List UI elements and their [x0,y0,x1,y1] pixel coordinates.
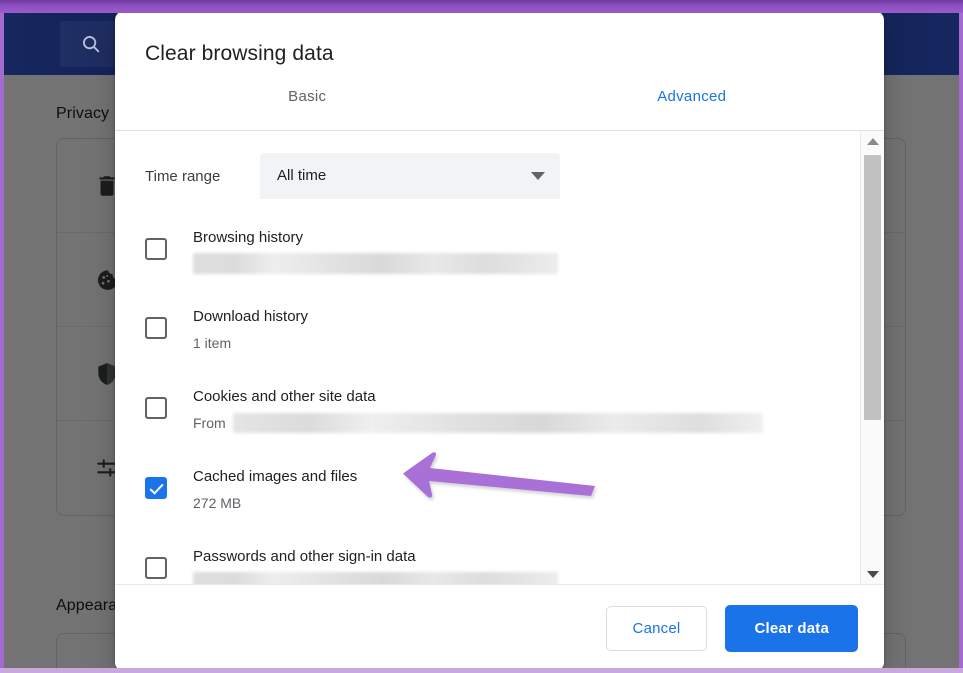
list-item-label: Browsing history [193,229,304,246]
list-item-label: Cached images and files [193,468,358,485]
list-item-texts: Passwords and other sign-in data [193,538,860,584]
tab-basic[interactable]: Basic [115,88,500,130]
list-item-sublabel: 272 MB [193,495,242,511]
list-item-sublabel: From [193,412,860,434]
list-item-texts: Cookies and other site data From [193,378,860,434]
dialog-scrollbar[interactable] [860,131,884,584]
screenshot-root: Privacy [0,0,963,673]
cancel-button[interactable]: Cancel [605,605,708,651]
list-item-label: Download history [193,308,309,325]
tab-advanced[interactable]: Advanced [500,88,885,130]
dialog-body: Time range All time Browsing history Dow… [115,131,884,585]
list-item-label: Cookies and other site data [193,388,376,405]
list-item[interactable]: Browsing history [115,219,860,274]
time-range-value: All time [277,167,327,184]
chevron-down-icon [531,171,545,180]
scroll-up-arrow-icon[interactable] [861,131,884,151]
dialog-footer: Cancel Clear data [115,585,884,671]
time-range-label: Time range [145,167,221,185]
window-frame-bottom [0,668,963,673]
scrollbar-thumb[interactable] [864,155,881,420]
list-item-sublabel-redacted [232,413,763,433]
window-frame-left [0,0,4,673]
list-item-sublabel: 1 item [193,335,232,351]
clear-data-button[interactable]: Clear data [725,604,858,652]
time-range-select[interactable]: All time [260,153,560,199]
list-item-sublabel-redacted [193,572,558,584]
list-item[interactable]: Passwords and other sign-in data [115,538,860,584]
dialog-body-content: Time range All time Browsing history Dow… [115,131,860,584]
search-button[interactable] [60,21,122,67]
dialog-title: Clear browsing data [145,42,334,65]
data-type-list: Browsing history Download history 1 item [115,219,860,584]
window-frame-top [0,0,963,13]
list-item[interactable]: Download history 1 item [115,298,860,354]
list-item-label: Passwords and other sign-in data [193,548,416,565]
checkbox-cached-images[interactable] [145,477,167,499]
list-item[interactable]: Cookies and other site data From [115,378,860,434]
list-item-texts: Download history 1 item [193,298,860,354]
list-item-sublabel-redacted [193,253,558,274]
list-item-sublabel-prefix: From [193,415,226,431]
dialog-tabs: Basic Advanced [115,88,884,131]
list-item-texts: Cached images and files 272 MB [193,458,860,514]
time-range-row: Time range All time [145,153,860,199]
search-icon [80,33,102,55]
checkbox-cookies[interactable] [145,397,167,419]
clear-browsing-data-dialog: Clear browsing data Basic Advanced Time … [115,11,884,671]
checkbox-download-history[interactable] [145,317,167,339]
window-frame-right [959,0,963,673]
list-item-texts: Browsing history [193,219,860,274]
checkbox-passwords[interactable] [145,557,167,579]
checkbox-browsing-history[interactable] [145,238,167,260]
scroll-down-arrow-icon[interactable] [861,564,884,584]
list-item[interactable]: Cached images and files 272 MB [115,458,860,514]
